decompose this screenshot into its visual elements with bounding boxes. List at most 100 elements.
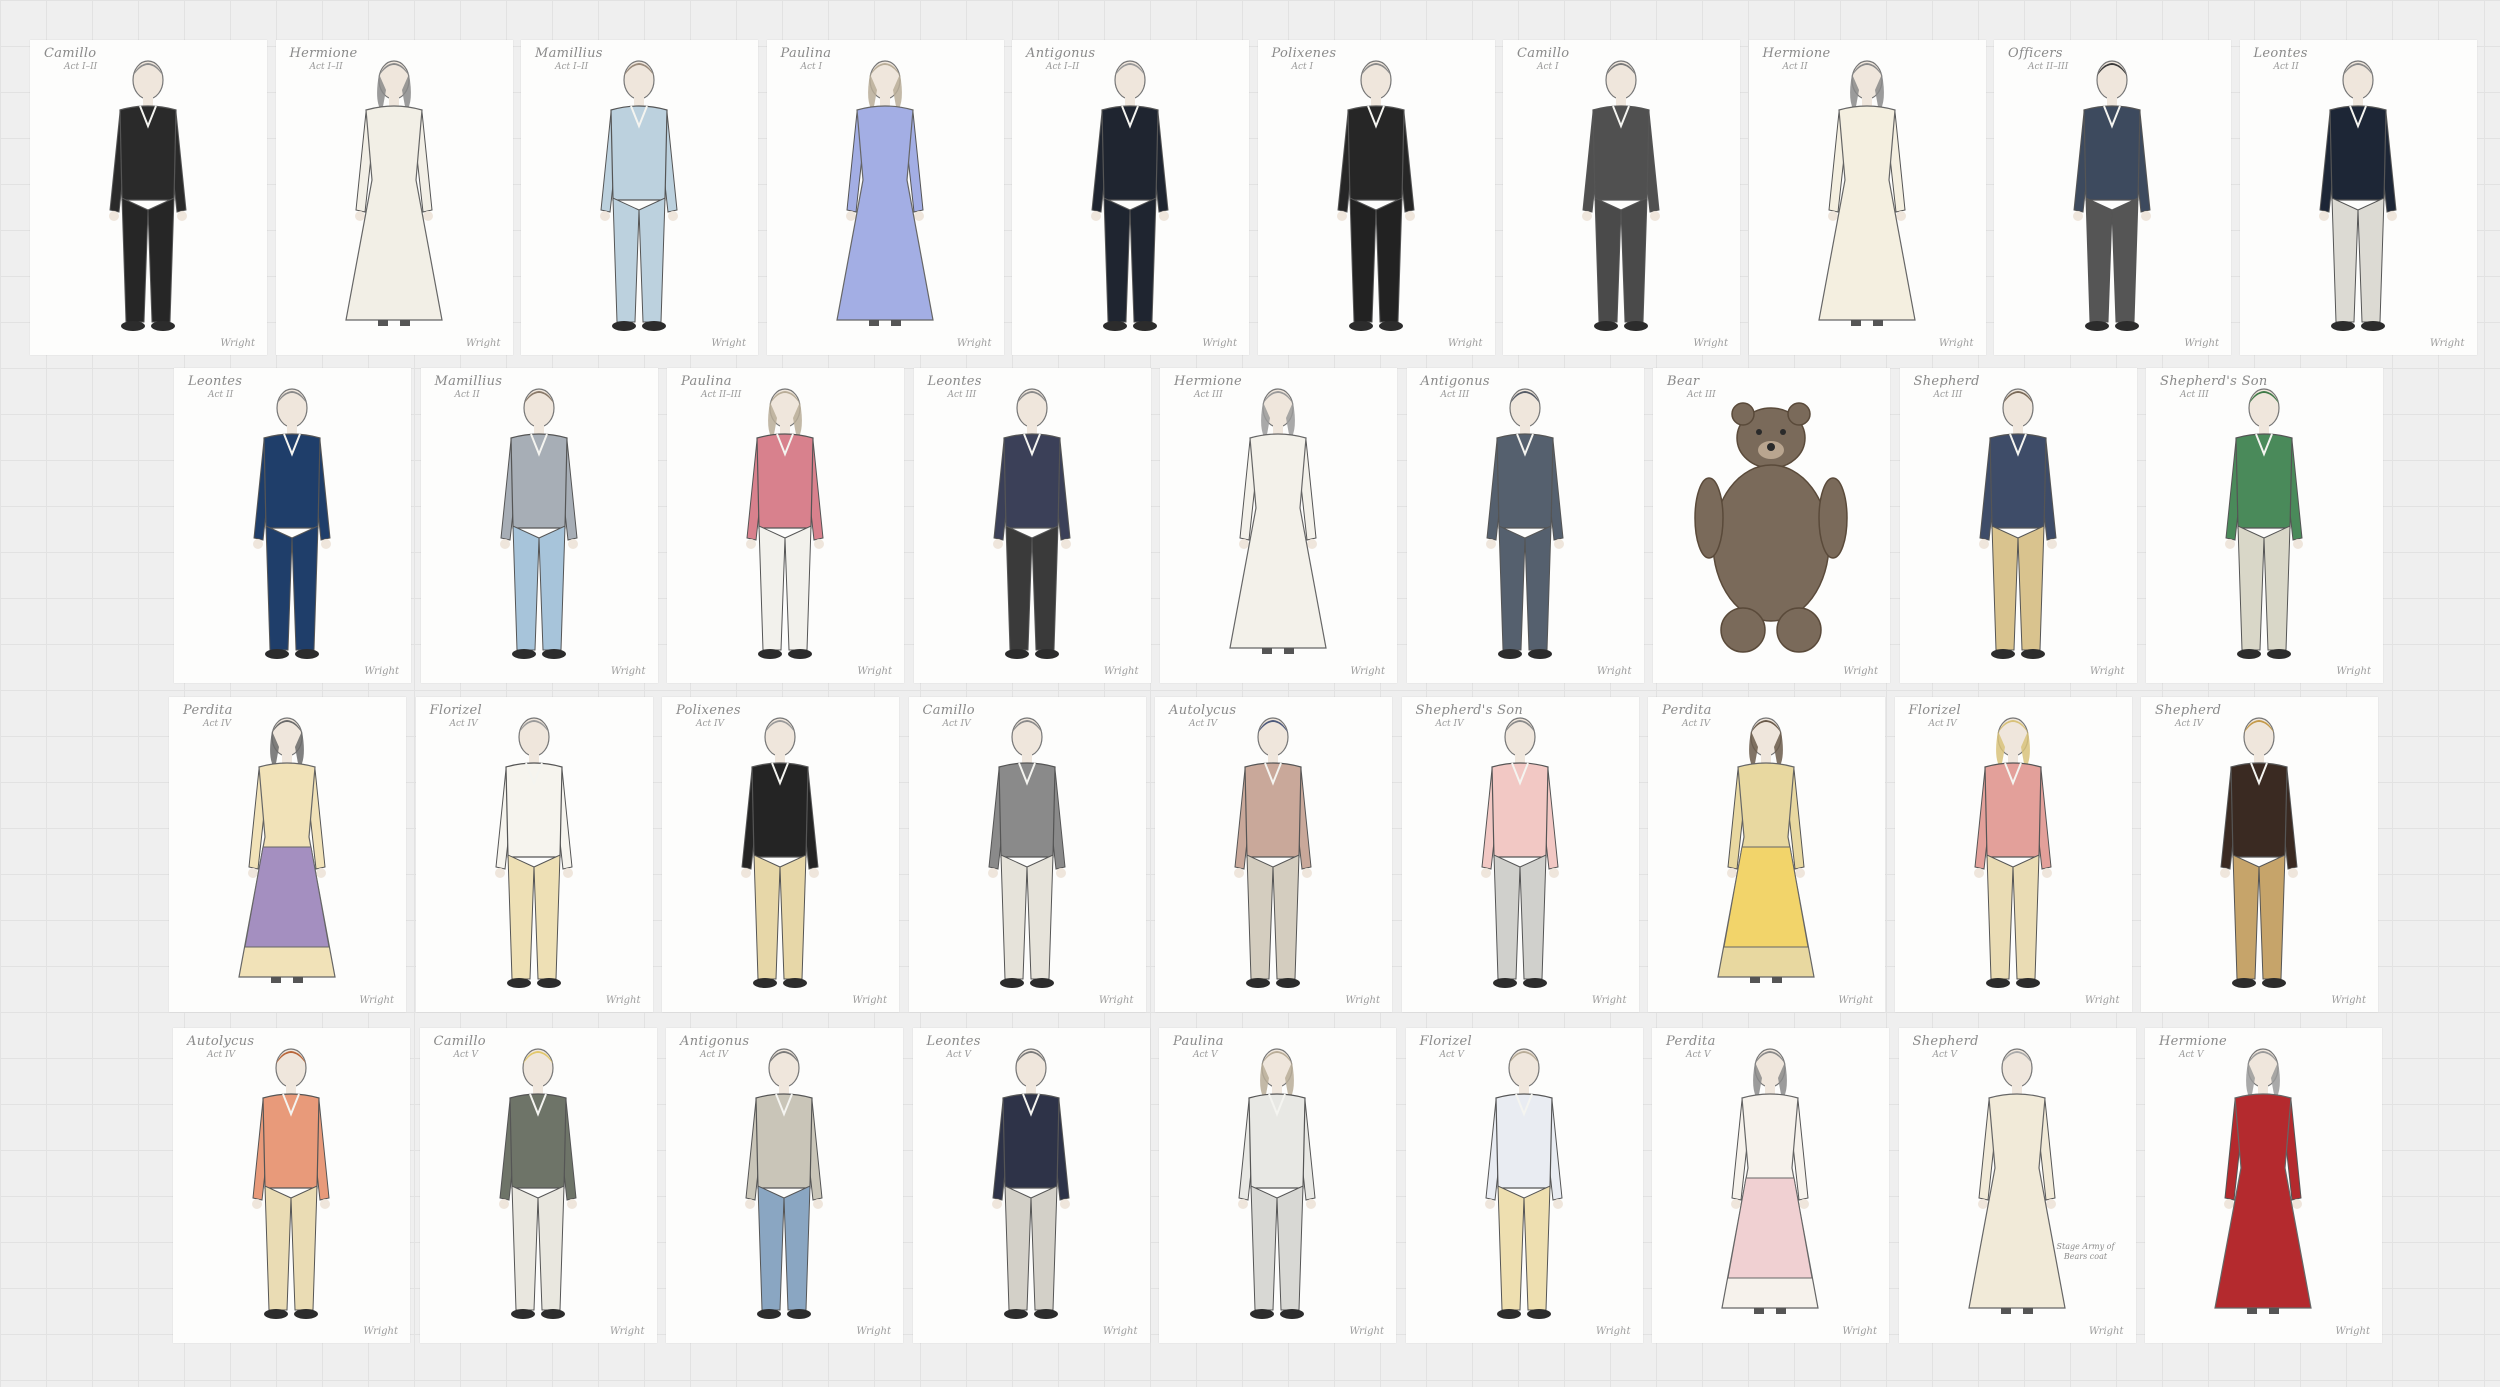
costume-figure [344,60,443,326]
designer-signature: Wright [1842,1326,1877,1337]
character-label: Mamillius [535,46,603,61]
costume-sketch [1480,717,1559,988]
costume-sketch [1238,1048,1316,1319]
costume-sketch [1234,717,1312,988]
costume-card[interactable]: Leontes Act III Wright [913,368,1151,683]
designer-signature: Wright [1938,338,1974,349]
character-label: Hermione [2159,1034,2228,1049]
designer-signature: Wright [609,1326,645,1337]
designer-signature: Wright [1102,1326,1138,1337]
costume-card[interactable]: Leontes Act V Wright [912,1028,1150,1343]
act-label: Act I–II [64,62,98,72]
costume-sketch [1485,388,1564,659]
costume-card[interactable]: Camillo Act I–II Wright [30,40,267,355]
act-label: Act II [2273,62,2299,72]
costume-card[interactable]: Polixenes Act IV Wright [662,697,899,1012]
act-label: Act IV [1435,719,1464,729]
costume-card[interactable]: Autolycus Act IV Wright [1155,697,1392,1012]
character-label: Paulina [780,46,832,61]
act-label: Act IV [449,719,478,729]
character-label: Camillo [44,46,97,61]
costume-card[interactable]: Polixenes Act I Wright [1257,40,1495,355]
costume-figure [741,717,819,988]
costume-card[interactable]: Antigonus Act I–II Wright [1012,40,1249,355]
character-label: Polixenes [676,703,741,718]
costume-figure [498,1048,577,1319]
costume-card[interactable]: Perdita Act IV Wright [169,697,406,1012]
costume-sketch [1484,1048,1563,1319]
character-label: Paulina [681,374,732,389]
costume-card[interactable]: Hermione Act II Wright [1748,40,1986,355]
designer-signature: Wright [359,995,394,1006]
costume-sketch [600,60,678,331]
designer-signature: Wright [2088,1326,2124,1337]
costume-card[interactable]: Shepherd Act III Wright [1899,368,2137,683]
costume-sketch [1721,1048,1819,1314]
costume-card[interactable]: Camillo Act IV Wright [908,697,1146,1012]
act-label: Act IV [1189,719,1218,729]
costume-sketch [992,388,1071,659]
costume-card[interactable]: Paulina Act V Wright [1159,1028,1396,1343]
costume-sketch [1229,388,1327,654]
costume-card[interactable]: Officers Act II–III Wright [1994,40,2231,355]
character-label: Shepherd [1913,374,1980,389]
act-label: Act I–II [1046,62,1080,72]
costume-sketch [109,60,187,331]
costume-card[interactable]: Shepherd Act IV Wright [2141,697,2378,1012]
designer-signature: Wright [852,995,887,1006]
character-label: Leontes [926,1034,981,1049]
character-label: Hermione [1174,374,1243,389]
costume-card[interactable]: Camillo Act I Wright [1503,40,1740,355]
costume-card[interactable]: Florizel Act V Wright [1405,1028,1643,1343]
act-label: Act I [1291,62,1314,72]
act-label: Act V [453,1050,479,1060]
costume-figure [746,388,824,659]
costume-card[interactable]: Hermione Act III Wright [1160,368,1397,683]
costume-card[interactable]: Bear Act III Wright [1653,368,1890,683]
costume-card[interactable]: Antigonus Act III Wright [1406,368,1644,683]
character-label: Florizel [1419,1034,1472,1049]
costume-card[interactable]: Florizel Act IV Wright [1894,697,2132,1012]
character-label: Camillo [433,1034,486,1049]
designer-signature: Wright [1693,338,1728,349]
costume-card[interactable]: Perdita Act IV Wright [1648,697,1885,1012]
designer-signature: Wright [465,338,501,349]
costume-card[interactable]: Shepherd Act V Wright Stage Army of Bears c… [1898,1028,2136,1343]
costume-sketch [2318,60,2397,331]
designer-signature: Wright [956,338,992,349]
costume-sketch [835,60,934,326]
character-label: Shepherd [2155,703,2222,718]
costume-card[interactable]: Leontes Act II Wright [174,368,411,683]
costume-card[interactable]: Hermione Act V Wright [2145,1028,2382,1343]
costume-card[interactable]: Shepherd's Son Act III Wright [2146,368,2383,683]
costume-card[interactable]: Hermione Act I–II Wright [275,40,513,355]
costume-figure [1717,717,1815,983]
character-label: Florizel [429,703,482,718]
character-label: Leontes [2253,46,2308,61]
costume-card[interactable]: Mamillius Act II Wright [420,368,658,683]
act-label: Act III [1194,390,1223,400]
designer-signature: Wright [364,666,399,677]
character-label: Bear [1667,374,1700,389]
costume-card[interactable]: Antigonus Act IV Wright [666,1028,903,1343]
costume-card[interactable]: Paulina Act I Wright [766,40,1004,355]
costume-card[interactable]: Florizel Act IV Wright [415,697,653,1012]
costume-card[interactable]: Mamillius Act I–II Wright [521,40,758,355]
costume-figure [1973,717,2052,988]
costume-card[interactable]: Camillo Act V Wright [419,1028,657,1343]
act-label: Act IV [1682,719,1711,729]
costume-card[interactable]: Autolycus Act IV Wright [173,1028,410,1343]
act-label: Act V [1686,1050,1711,1060]
costume-figure [1238,1048,1316,1319]
act-label: Act II–III [2028,62,2069,72]
costume-sketch [991,1048,1070,1319]
costume-card[interactable]: Leontes Act II Wright [2239,40,2477,355]
costume-card[interactable]: Paulina Act II–III Wright [667,368,904,683]
act-label: Act III [1933,390,1963,400]
costume-figure [2318,60,2397,331]
costume-card[interactable]: Perdita Act V Wright [1652,1028,1889,1343]
act-label: Act III [2180,390,2209,400]
costume-card[interactable]: Shepherd's Son Act IV Wright [1401,697,1639,1012]
costume-sketch [1967,1048,2066,1314]
costume-sketch [1978,388,2057,659]
